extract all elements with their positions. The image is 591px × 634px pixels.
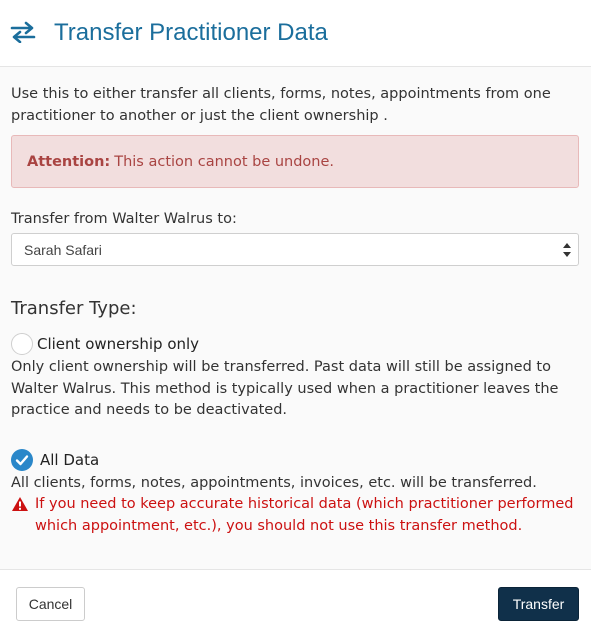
option-client-ownership: Client ownership only Only client owners… <box>11 333 579 422</box>
intro-text: Use this to either transfer all clients,… <box>11 86 551 124</box>
alert-label: Attention: <box>27 153 111 170</box>
transfer-dialog: Transfer Practitioner Data Use this to e… <box>0 0 591 634</box>
dialog-body: Use this to either transfer all clients,… <box>0 67 591 537</box>
option-all-data: All Data All clients, forms, notes, appo… <box>11 448 579 538</box>
transfer-button[interactable]: Transfer <box>498 587 579 621</box>
client-ownership-description: Only client ownership will be transferre… <box>11 359 559 418</box>
cancel-button[interactable]: Cancel <box>16 587 85 621</box>
dialog-footer: Cancel Transfer <box>0 569 591 634</box>
attention-alert: Attention: This action cannot be undone. <box>11 135 579 188</box>
warning-icon <box>12 497 28 511</box>
dialog-header: Transfer Practitioner Data <box>0 0 591 67</box>
dialog-title: Transfer Practitioner Data <box>54 19 328 46</box>
practitioner-select-value: Sarah Safari <box>24 241 102 258</box>
select-arrows-icon <box>563 242 571 257</box>
alert-message: This action cannot be undone. <box>114 153 335 170</box>
transfer-from-label: Transfer from Walter Walrus to: <box>11 211 237 227</box>
checkmark-icon <box>15 454 29 465</box>
practitioner-select[interactable]: Sarah Safari <box>11 233 579 266</box>
all-data-radio[interactable] <box>11 448 33 471</box>
all-data-warning: If you need to keep accurate historical … <box>11 494 579 537</box>
all-data-description: All clients, forms, notes, appointments,… <box>11 474 537 491</box>
client-ownership-label[interactable]: Client ownership only <box>37 335 199 353</box>
transfer-arrows-icon <box>10 21 36 43</box>
all-data-label[interactable]: All Data <box>40 451 99 469</box>
transfer-type-heading: Transfer Type: <box>11 298 137 319</box>
client-ownership-radio[interactable] <box>11 333 33 355</box>
warning-text: If you need to keep accurate historical … <box>35 496 574 534</box>
